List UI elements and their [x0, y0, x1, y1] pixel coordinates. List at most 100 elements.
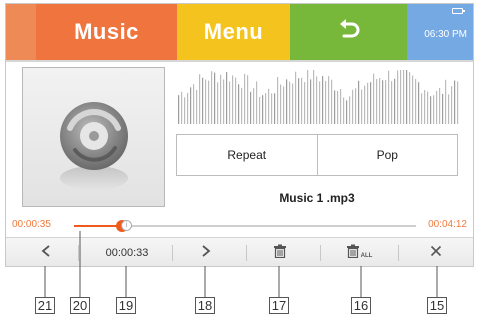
delete-all-label: ALL: [360, 253, 373, 259]
waveform-bar: [310, 79, 312, 124]
waveform-bar: [457, 81, 459, 124]
waveform-bar: [181, 91, 183, 124]
waveform-bar: [403, 70, 405, 124]
waveform-bar: [277, 77, 279, 124]
waveform-bar: [415, 78, 417, 124]
waveform-bar: [418, 82, 420, 124]
elapsed-time: 00:00:35: [12, 219, 51, 230]
waveform-bar: [286, 79, 288, 124]
waveform-bar: [439, 87, 441, 124]
waveform-bar: [322, 76, 324, 124]
pop-button[interactable]: Pop: [318, 135, 458, 175]
waveform-bar: [406, 70, 408, 124]
waveform-bar: [190, 87, 192, 124]
menu-tab-label: Menu: [203, 19, 264, 44]
waveform-bar: [364, 85, 366, 124]
waveform-bar: [298, 78, 300, 124]
waveform-bar: [199, 74, 201, 124]
waveform-bar: [211, 71, 213, 124]
toolbar-divider: [398, 245, 399, 261]
back-button[interactable]: [290, 4, 407, 60]
waveform-bar: [352, 89, 354, 124]
waveform-bar: [442, 93, 444, 124]
delete-button[interactable]: [260, 238, 300, 266]
music-player-screen: Music Menu 06:30 PM Repeat Pop Music 1 .…: [5, 3, 474, 267]
next-button[interactable]: [186, 238, 226, 266]
waveform-bar: [394, 78, 396, 124]
waveform-bar: [391, 81, 393, 124]
waveform-bar: [250, 91, 252, 124]
header-accent: [6, 4, 36, 60]
waveform-bar: [397, 70, 399, 124]
repeat-button[interactable]: Repeat: [177, 135, 318, 175]
close-icon: [430, 244, 442, 262]
waveform-bar: [325, 80, 327, 124]
toolbar-divider: [78, 245, 79, 261]
menu-tab[interactable]: Menu: [177, 4, 290, 60]
waveform-bar: [256, 81, 258, 124]
waveform-bar: [367, 82, 369, 124]
trash-icon: [273, 244, 287, 263]
waveform-bar: [193, 84, 195, 124]
waveform-bar: [361, 89, 363, 124]
waveform-bar: [382, 80, 384, 124]
callout-label: 17: [269, 297, 289, 314]
waveform-bar: [274, 93, 276, 124]
battery-icon: [452, 8, 465, 14]
waveform-bar: [292, 83, 294, 124]
waveform-bar: [331, 79, 333, 124]
ab-marker-icon[interactable]: i: [121, 220, 132, 231]
callout-label: 16: [351, 297, 371, 314]
close-button[interactable]: [416, 238, 456, 266]
waveform-bar: [238, 84, 240, 124]
waveform-bar: [376, 79, 378, 124]
waveform-bar: [229, 81, 231, 124]
waveform-bar: [214, 72, 216, 124]
waveform-bar: [454, 80, 456, 124]
callout-label: 21: [35, 297, 55, 314]
status-area: 06:30 PM: [407, 4, 473, 60]
waveform-bar: [328, 76, 330, 124]
waveform-bar: [205, 79, 207, 124]
waveform-bar: [232, 75, 234, 124]
waveform-bar: [178, 95, 180, 124]
waveform-bar: [196, 89, 198, 124]
waveform-bar: [400, 70, 402, 124]
waveform-bar: [421, 93, 423, 124]
trash-all-icon: [346, 244, 360, 263]
waveform-bar: [433, 95, 435, 124]
track-name: Music 1 .mp3: [279, 191, 355, 205]
waveform-bar: [220, 74, 222, 124]
callout-label: 18: [195, 297, 215, 314]
waveform-bar: [334, 90, 336, 124]
waveform-bar: [280, 84, 282, 124]
waveform-bar: [373, 73, 375, 124]
back-arrow-icon: [336, 18, 362, 47]
waveform-bar: [370, 82, 372, 124]
callout-label: 15: [427, 297, 447, 314]
waveform-bar: [349, 96, 351, 124]
music-tab-label: Music: [74, 19, 139, 44]
waveform-bar: [223, 79, 225, 124]
waveform-bar: [430, 96, 432, 124]
waveform-bar: [412, 75, 414, 124]
waveform-bar: [340, 89, 342, 124]
toolbar-divider: [246, 245, 247, 261]
waveform-bar: [304, 82, 306, 124]
waveform-bar: [451, 86, 453, 124]
waveform-bar: [343, 97, 345, 124]
waveform-bar: [445, 79, 447, 124]
waveform-bar: [262, 95, 264, 124]
waveform-bar: [187, 92, 189, 124]
waveform-bar: [265, 93, 267, 124]
delete-all-button[interactable]: ALL: [334, 238, 384, 266]
callout-label: 20: [70, 297, 90, 314]
previous-button[interactable]: [26, 238, 66, 266]
waveform-visualizer: [178, 70, 459, 124]
chevron-right-icon: [200, 244, 212, 263]
waveform-bar: [184, 97, 186, 124]
time-display-button[interactable]: 00:00:33: [92, 238, 162, 266]
music-tab[interactable]: Music: [36, 4, 177, 60]
total-time: 00:04:12: [428, 219, 467, 230]
album-art: [22, 67, 165, 207]
